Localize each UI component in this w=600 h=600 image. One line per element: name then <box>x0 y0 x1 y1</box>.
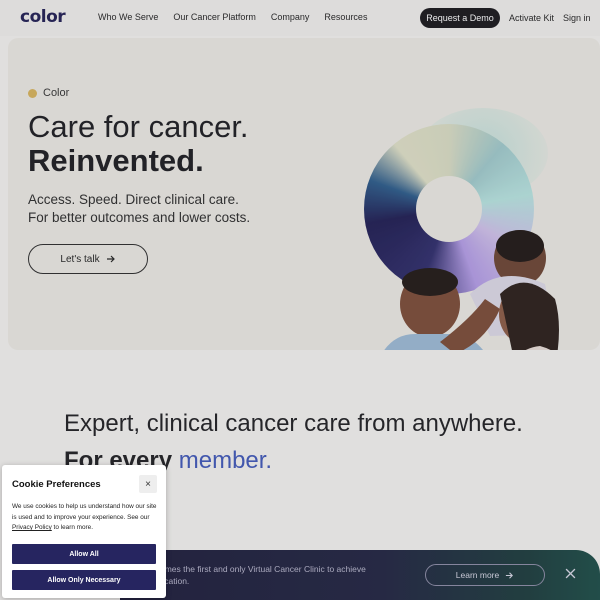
lets-talk-button[interactable]: Let's talk <box>28 244 148 274</box>
cookie-close-button[interactable]: × <box>139 475 157 493</box>
privacy-policy-link[interactable]: Privacy Policy <box>12 524 52 531</box>
banner-close-icon[interactable] <box>565 566 576 582</box>
cookie-preferences-dialog: Cookie Preferences × We use cookies to h… <box>2 465 166 598</box>
request-demo-button[interactable]: Request a Demo <box>420 8 500 28</box>
hero-title: Care for cancer. Reinvented. <box>28 109 249 178</box>
nav-links: Who We Serve Our Cancer Platform Company… <box>98 12 382 22</box>
top-nav: color Who We Serve Our Cancer Platform C… <box>0 0 600 36</box>
family-photo <box>384 230 559 350</box>
color-logo[interactable]: color <box>20 7 66 27</box>
section-heading-line1: Expert, clinical cancer care from anywhe… <box>64 410 523 437</box>
hero-subtitle: Access. Speed. Direct clinical care. For… <box>28 192 251 225</box>
sign-in-link[interactable]: Sign in <box>563 13 591 23</box>
nav-link-company[interactable]: Company <box>271 12 310 22</box>
cookie-body: We use cookies to help us understand how… <box>12 503 157 531</box>
banner-text: omes the first and only Virtual Cancer C… <box>160 564 366 586</box>
activate-kit-link[interactable]: Activate Kit <box>509 13 554 23</box>
allow-all-button[interactable]: Allow All <box>12 544 156 564</box>
nav-link-who-we-serve[interactable]: Who We Serve <box>98 12 158 22</box>
nav-link-cancer-platform[interactable]: Our Cancer Platform <box>173 12 256 22</box>
brand-tag: Color <box>28 87 69 99</box>
cookie-title: Cookie Preferences <box>12 479 101 490</box>
hero-section: Color Care for cancer. Reinvented. Acces… <box>8 38 600 350</box>
learn-more-button[interactable]: Learn more <box>425 564 545 586</box>
brand-dot-icon <box>28 88 37 98</box>
allow-only-necessary-button[interactable]: Allow Only Necessary <box>12 570 156 590</box>
nav-link-resources[interactable]: Resources <box>324 12 367 22</box>
arrow-right-icon <box>106 255 115 263</box>
arrow-right-icon <box>506 571 514 579</box>
